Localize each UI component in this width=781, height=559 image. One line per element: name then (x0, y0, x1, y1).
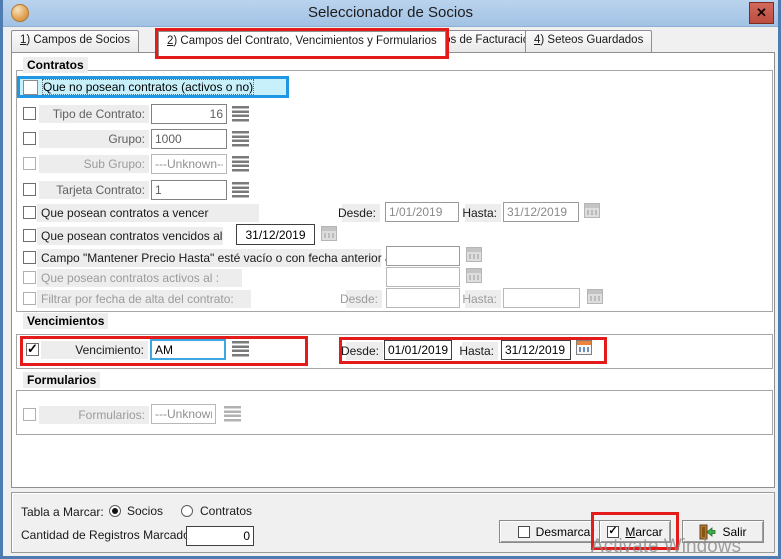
tab1-label: ) Campos de Socios (26, 34, 130, 46)
label-formularios: Formularios: (39, 406, 149, 424)
label-cantidad-registros: Cantidad de Registros Marcados (21, 528, 196, 542)
list-picker-icon-tipo[interactable] (232, 106, 249, 122)
desmarcar-button-label: Desmarcar (536, 525, 595, 539)
label-tabla-a-marcar: Tabla a Marcar: (21, 505, 104, 519)
input-sub-grupo[interactable] (151, 154, 227, 174)
input-mantener-precio[interactable] (386, 246, 460, 266)
list-picker-icon-formularios[interactable] (224, 406, 241, 422)
unchecked-box-icon (518, 526, 530, 538)
checkbox-grupo[interactable] (23, 132, 36, 145)
checkbox-formularios[interactable] (23, 408, 36, 421)
input-formularios[interactable] (151, 404, 216, 424)
calendar-icon-vencimiento[interactable] (576, 340, 592, 355)
label-grupo: Grupo: (39, 130, 149, 148)
close-icon[interactable]: ✕ (749, 2, 774, 24)
label-contratos-a-vencer: Que posean contratos a vencer (37, 204, 259, 222)
annotation-box-tab-contrato: 2) Campos del Contrato, Vencimientos y F… (155, 28, 449, 59)
label-radio-contratos: Contratos (200, 504, 252, 518)
input-tarjeta-contrato[interactable] (151, 180, 227, 200)
input-contratos-activos[interactable] (386, 267, 460, 287)
input-cantidad-registros[interactable] (186, 526, 254, 546)
calendar-icon-activos[interactable] (466, 268, 482, 283)
input-vencidos-al[interactable] (236, 224, 315, 245)
calendar-icon-vencidos[interactable] (321, 226, 337, 241)
calendar-icon-a-vencer[interactable] (584, 203, 600, 218)
window-title: Seleccionador de Socios (3, 4, 778, 21)
input-desde-a-vencer[interactable] (385, 202, 459, 222)
checkbox-filtrar-fecha-alta[interactable] (23, 292, 36, 305)
input-tipo-contrato[interactable] (151, 104, 227, 124)
label-filtrar-fecha-alta: Filtrar por fecha de alta del contrato: (37, 290, 251, 308)
label-contratos-vencidos: Que posean contratos vencidos al (37, 227, 223, 245)
label-hasta-a-vencer: Hasta: (465, 204, 501, 222)
calendar-icon-mantener[interactable] (466, 247, 482, 262)
label-hasta-vencimiento: Hasta: (462, 342, 498, 360)
tab-campos-de-socios[interactable]: 1) Campos de Socios (11, 30, 139, 52)
section-header-contratos: Contratos (23, 57, 88, 73)
checkbox-tarjeta-contrato[interactable] (23, 183, 36, 196)
input-hasta-filtrar[interactable] (503, 288, 580, 308)
label-vencimiento: Vencimiento: (41, 341, 148, 359)
label-desde-vencimiento: Desde: (346, 342, 383, 360)
label-contratos-activos: Que posean contratos activos al : (37, 269, 242, 287)
checkbox-mantener-precio[interactable] (23, 251, 36, 264)
label-sub-grupo: Sub Grupo: (39, 155, 149, 173)
label-desde-a-vencer: Desde: (342, 204, 380, 222)
input-hasta-vencimiento[interactable] (501, 340, 571, 360)
checkbox-sub-grupo[interactable] (23, 157, 36, 170)
label-mantener-precio: Campo "Mantener Precio Hasta" esté vacío… (37, 249, 381, 267)
checkbox-tipo-contrato[interactable] (23, 107, 36, 120)
title-bar: Seleccionador de Socios (3, 0, 778, 27)
calendar-icon-filtrar[interactable] (587, 289, 603, 304)
checkbox-vencimiento[interactable] (26, 343, 39, 356)
tab2-label: ) Campos del Contrato, Vencimientos y Fo… (173, 35, 436, 47)
input-desde-filtrar[interactable] (386, 288, 460, 308)
activate-windows-watermark: Activate Windows (591, 536, 741, 558)
section-header-vencimientos: Vencimientos (23, 313, 108, 329)
tab-campos-del-contrato[interactable]: 2) Campos del Contrato, Vencimientos y F… (158, 31, 446, 56)
label-que-no-posean: Que no posean contratos (activos o no) (43, 80, 253, 94)
input-grupo[interactable] (151, 129, 227, 149)
radio-contratos[interactable] (181, 505, 193, 517)
input-hasta-a-vencer[interactable] (503, 202, 579, 222)
row-que-no-posean-contratos[interactable]: Que no posean contratos (activos o no) (17, 76, 289, 98)
checkbox-que-no-posean[interactable] (23, 80, 38, 95)
input-desde-vencimiento[interactable] (384, 340, 452, 360)
input-vencimiento[interactable] (150, 339, 226, 360)
tab4-label: ) Seteos Guardados (540, 34, 643, 46)
label-tipo-contrato: Tipo de Contrato: (39, 105, 149, 123)
label-desde-filtrar: Desde: (346, 290, 382, 308)
label-radio-socios: Socios (127, 504, 163, 518)
label-tarjeta-contrato: Tarjeta Contrato: (39, 181, 149, 199)
radio-socios[interactable] (109, 505, 121, 517)
label-hasta-filtrar: Hasta: (465, 290, 501, 308)
list-picker-icon-sub-grupo[interactable] (232, 156, 249, 172)
checkbox-contratos-a-vencer[interactable] (23, 206, 36, 219)
list-picker-icon-grupo[interactable] (232, 131, 249, 147)
dialog-seleccionador-de-socios: Seleccionador de Socios ✕ 1) Campos de S… (0, 0, 781, 559)
tab-seteos-guardados[interactable]: 4) Seteos Guardados (525, 30, 652, 52)
checkbox-contratos-vencidos[interactable] (23, 229, 36, 242)
list-picker-icon-tarjeta[interactable] (232, 182, 249, 198)
section-header-formularios: Formularios (23, 372, 100, 388)
list-picker-icon-vencimiento[interactable] (232, 341, 249, 357)
checkbox-contratos-activos[interactable] (23, 271, 36, 284)
